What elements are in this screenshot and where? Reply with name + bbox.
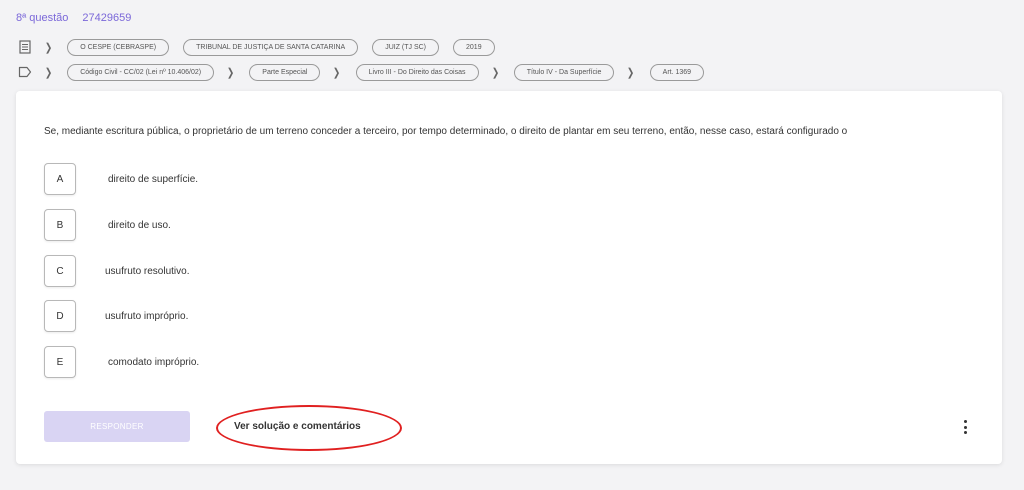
subject-row: ❯ Código Civil - CC/02 (Lei nº 10.406/02… bbox=[18, 63, 705, 81]
option-text[interactable]: direito de superfície. bbox=[108, 174, 198, 185]
document-icon bbox=[18, 40, 32, 54]
chevron-right-icon: ❯ bbox=[44, 41, 53, 54]
option-text[interactable]: direito de uso. bbox=[108, 220, 171, 231]
chevron-right-icon: ❯ bbox=[226, 66, 235, 79]
question-number: 8ª questão bbox=[16, 12, 69, 24]
chevron-right-icon: ❯ bbox=[333, 66, 341, 79]
option-d[interactable]: D usufruto impróprio. bbox=[44, 300, 188, 332]
option-letter[interactable]: E bbox=[44, 346, 76, 378]
more-vertical-icon[interactable] bbox=[961, 420, 969, 434]
option-text[interactable]: usufruto resolutivo. bbox=[105, 266, 190, 277]
chip-year[interactable]: 2019 bbox=[453, 38, 495, 56]
chip-institution[interactable]: O CESPE (CEBRASPE) bbox=[67, 38, 170, 56]
breadcrumb-subject[interactable]: Código Civil - CC/02 (Lei nº 10.406/02) bbox=[67, 63, 215, 81]
breadcrumb-article[interactable]: Art. 1369 bbox=[649, 63, 705, 81]
question-header: 8ª questão 27429659 bbox=[16, 12, 131, 24]
option-c[interactable]: C usufruto resolutivo. bbox=[44, 255, 190, 287]
option-letter[interactable]: A bbox=[44, 163, 76, 195]
metadata-row: ❯ O CESPE (CEBRASPE) TRIBUNAL DE JUSTIÇA… bbox=[18, 38, 495, 56]
option-text[interactable]: comodato impróprio. bbox=[108, 357, 199, 368]
option-b[interactable]: B direito de uso. bbox=[44, 209, 171, 241]
option-letter[interactable]: C bbox=[44, 255, 76, 287]
question-id-link[interactable]: 27429659 bbox=[82, 12, 131, 24]
chevron-right-icon: ❯ bbox=[491, 66, 499, 79]
view-solution-link[interactable]: Ver solução e comentários bbox=[234, 421, 361, 432]
question-statement: Se, mediante escritura pública, o propri… bbox=[44, 126, 848, 137]
question-card: Se, mediante escritura pública, o propri… bbox=[16, 91, 1002, 464]
tag-icon bbox=[18, 65, 32, 79]
option-letter[interactable]: D bbox=[44, 300, 76, 332]
option-a[interactable]: A direito de superfície. bbox=[44, 163, 198, 195]
respond-button[interactable]: RESPONDER bbox=[44, 411, 190, 442]
chip-organ[interactable]: TRIBUNAL DE JUSTIÇA DE SANTA CATARINA bbox=[183, 38, 359, 56]
breadcrumb-part[interactable]: Parte Especial bbox=[249, 63, 321, 81]
chevron-right-icon: ❯ bbox=[44, 66, 53, 79]
chip-position[interactable]: JUIZ (TJ SC) bbox=[372, 38, 440, 56]
option-letter[interactable]: B bbox=[44, 209, 76, 241]
breadcrumb-title[interactable]: Título IV - Da Superfície bbox=[513, 63, 615, 81]
breadcrumb-book[interactable]: Livro III - Do Direito das Coisas bbox=[355, 63, 479, 81]
chevron-right-icon: ❯ bbox=[627, 66, 635, 79]
option-e[interactable]: E comodato impróprio. bbox=[44, 346, 199, 378]
option-text[interactable]: usufruto impróprio. bbox=[105, 311, 188, 322]
